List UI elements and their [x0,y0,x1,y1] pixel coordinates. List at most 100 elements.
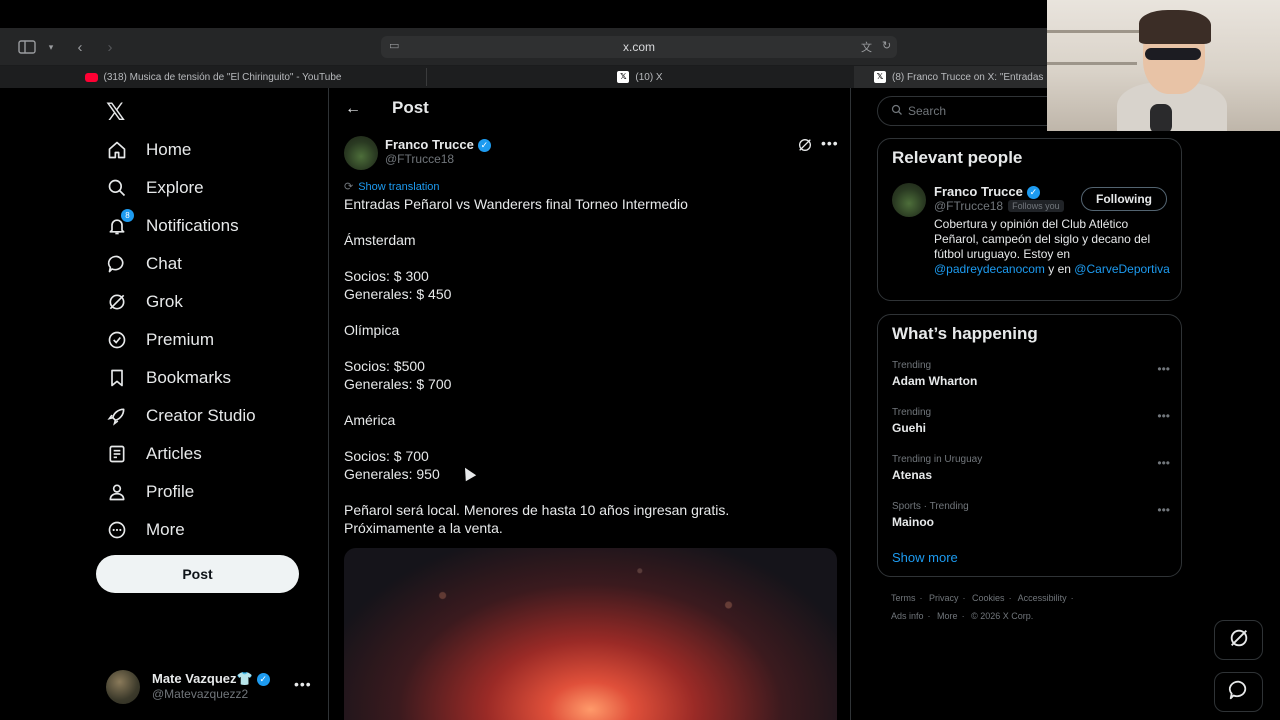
nav-label: More [146,520,185,539]
show-more-link[interactable]: Show more [892,550,958,565]
footer-links-row1: Terms · Privacy · Cookies · Accessibility · [891,593,1078,603]
cam-hair [1139,10,1211,44]
bio-text: Cobertura y opinión del Club Atlético Pe… [934,217,1151,261]
sidebar-toggle-icon[interactable] [16,37,38,57]
trend-item[interactable]: Trending Adam Wharton ••• [892,360,1176,396]
author-handle[interactable]: @FTrucce18 [385,152,454,166]
nav-item-chat[interactable]: Chat [106,249,182,279]
grok-fab-button[interactable] [1214,620,1263,660]
nav-item-more[interactable]: More [106,515,185,545]
bio-text-mid: y en [1048,262,1071,276]
verified-badge-icon: ✓ [1026,186,1040,200]
nav-item-articles[interactable]: Articles [106,439,202,469]
trend-item[interactable]: Trending in Uruguay Atenas ••• [892,454,1176,490]
cam-sunglasses [1145,48,1201,60]
trend-name: Mainoo [892,515,934,529]
trend-name: Adam Wharton [892,374,978,388]
trend-item[interactable]: Sports · Trending Mainoo ••• [892,501,1176,537]
trend-more-icon[interactable]: ••• [1157,503,1170,517]
following-button[interactable]: Following [1081,187,1167,211]
account-switcher[interactable]: Mate Vazquez👕 ✓ @Matevazquezz2 ••• [104,668,324,704]
tab-title: (318) Musica de tensión de "El Chiringui… [103,71,342,83]
trend-name: Atenas [892,468,933,482]
nav-item-grok[interactable]: Grok [106,287,183,317]
footer-link-accessibility[interactable]: Accessibility [1018,593,1067,603]
person-avatar[interactable] [892,183,926,217]
whats-happening-card: What’s happening Trending Adam Wharton •… [877,314,1182,577]
account-name: Mate Vazquez👕 [152,671,253,686]
post-image[interactable] [344,548,837,720]
nav-item-profile[interactable]: Profile [106,477,194,507]
nav-item-premium[interactable]: Premium [106,325,214,355]
bookmark-icon [106,367,128,389]
nav-item-explore[interactable]: Explore [106,173,204,203]
verified-badge-icon: ✓ [477,139,491,153]
footer-link-terms[interactable]: Terms [891,593,916,603]
author-avatar[interactable] [344,136,378,170]
nav-label: Creator Studio [146,406,256,425]
footer-link-ads-info[interactable]: Ads info [891,611,924,621]
page-title: Post [392,98,429,117]
footer-sep: · [927,611,931,621]
premium-icon [106,329,128,351]
footer-link-more[interactable]: More [937,611,958,621]
cam-shelf [1047,62,1137,65]
chat-fab-button[interactable] [1214,672,1263,712]
person-name: Franco Trucce [934,184,1023,199]
x-icon: 𝕏 [874,71,886,83]
more-options-icon[interactable]: ••• [294,676,312,692]
whats-happening-title: What’s happening [892,324,1038,343]
relevant-people-card: Relevant people Franco Trucce ✓ @FTrucce1… [877,138,1182,301]
nav-label: Home [146,140,192,159]
trend-meta: Trending [892,407,932,418]
footer-link-privacy[interactable]: Privacy [929,593,959,603]
nav-label: Articles [146,444,202,463]
chat-icon [106,253,128,275]
grok-icon [106,291,128,313]
home-icon [106,139,128,161]
show-translation-link[interactable]: ⟳ Show translation [344,180,440,194]
address-bar[interactable]: ▭ x.com 文 ↻ [381,36,897,58]
bio-link-carvedeportiva[interactable]: @CarveDeportiva [1074,262,1170,276]
tab-title: (8) Franco Trucce on X: "Entradas [892,71,1044,83]
trend-meta: Trending in Uruguay [892,454,983,465]
tab-youtube[interactable]: (318) Musica de tensión de "El Chiringui… [0,66,426,88]
footer-sep: · [1070,593,1074,603]
grok-icon[interactable] [797,137,813,156]
x-logo-icon[interactable]: 𝕏 [106,98,125,127]
chevron-down-icon[interactable]: ▾ [40,37,62,57]
footer-link-cookies[interactable]: Cookies [972,593,1005,603]
translate-icon[interactable]: 文 [861,39,872,55]
trend-more-icon[interactable]: ••• [1157,409,1170,423]
trend-more-icon[interactable]: ••• [1157,456,1170,470]
post-more-icon[interactable]: ••• [821,135,839,151]
cam-shelf [1047,30,1147,33]
right-sidebar: Relevant people Franco Trucce✓ @FTrucce1… [877,88,1183,720]
footer-links-row2: Ads info · More · © 2026 X Corp. [891,611,1037,621]
person-handle-row: @FTrucce18 Follows you [934,199,1064,213]
nav-item-bookmarks[interactable]: Bookmarks [106,363,231,393]
microphone-icon [1150,104,1172,131]
nav-item-notifications[interactable]: 8 Notifications [106,209,239,241]
trend-item[interactable]: Trending Guehi ••• [892,407,1176,443]
notification-badge: 8 [121,209,134,222]
trend-name: Guehi [892,421,927,435]
url-text: x.com [622,40,655,54]
nav-item-home[interactable]: Home [106,135,191,165]
back-arrow-icon[interactable]: ‹ [69,37,91,57]
back-arrow-icon[interactable]: ← [345,100,361,118]
person-name-row[interactable]: Franco Trucce ✓ [934,184,1040,200]
grok-icon [1228,627,1250,654]
bio-link-padreydecano[interactable]: @padreydecanocom [934,262,1045,276]
reload-icon[interactable]: ↻ [882,39,891,52]
bell-icon: 8 [106,209,134,237]
avatar [106,670,140,704]
tab-x-home[interactable]: 𝕏 (10) X [427,66,853,88]
webcam-overlay [1047,0,1280,131]
forward-arrow-icon[interactable]: › [99,37,121,57]
author-name-row[interactable]: Franco Trucce ✓ [385,137,491,153]
nav-item-creator-studio[interactable]: Creator Studio [106,401,256,431]
trend-more-icon[interactable]: ••• [1157,362,1170,376]
post-button[interactable]: Post [96,555,299,593]
show-translation-label: Show translation [358,180,440,193]
